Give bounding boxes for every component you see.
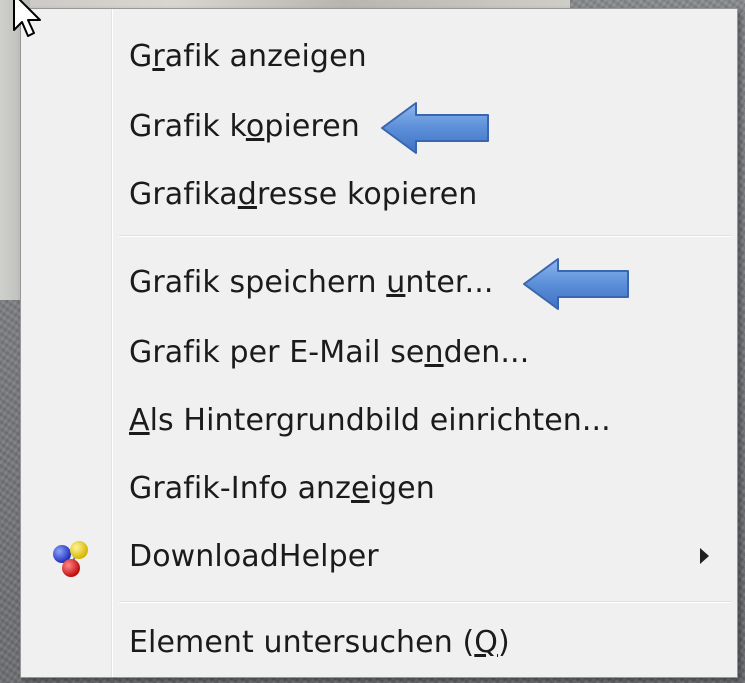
menu-item-grafik-anzeigen[interactable]: Grafik anzeigen — [21, 23, 737, 89]
menu-item-label: Grafik-Info anzeigen — [129, 470, 435, 506]
menu-item-element-untersuchen[interactable]: Element untersuchen (Q) — [21, 609, 737, 675]
context-menu: Grafik anzeigen Grafik kopieren Grafikad… — [20, 8, 738, 678]
menu-item-label: Als Hintergrundbild einrichten... — [129, 402, 611, 438]
menu-item-label: Grafik speichern unter... — [129, 264, 494, 300]
menu-item-label: Element untersuchen (Q) — [129, 624, 510, 660]
annotation-arrow-icon — [381, 102, 489, 154]
menu-item-grafik-kopieren[interactable]: Grafik kopieren — [21, 93, 737, 159]
menu-item-als-hintergrundbild-einrichten[interactable]: Als Hintergrundbild einrichten... — [21, 387, 737, 453]
menu-item-grafik-per-email-senden[interactable]: Grafik per E-Mail senden... — [21, 319, 737, 385]
mouse-cursor-icon — [13, 0, 41, 37]
downloadhelper-icon — [53, 541, 88, 577]
menu-item-grafikadresse-kopieren[interactable]: Grafikadresse kopieren — [21, 161, 737, 227]
menu-item-label: Grafikadresse kopieren — [129, 176, 478, 212]
menu-item-label: DownloadHelper — [129, 538, 379, 574]
submenu-arrow-icon — [700, 548, 709, 564]
menu-item-downloadhelper[interactable]: DownloadHelper — [21, 523, 737, 589]
menu-separator — [119, 235, 731, 237]
annotation-arrow-icon — [523, 258, 629, 310]
menu-item-label: Grafik per E-Mail senden... — [129, 334, 530, 370]
menu-item-grafik-info-anzeigen[interactable]: Grafik-Info anzeigen — [21, 455, 737, 521]
menu-separator — [119, 601, 731, 603]
menu-item-label: Grafik anzeigen — [129, 38, 367, 74]
menu-item-label: Grafik kopieren — [129, 108, 360, 144]
